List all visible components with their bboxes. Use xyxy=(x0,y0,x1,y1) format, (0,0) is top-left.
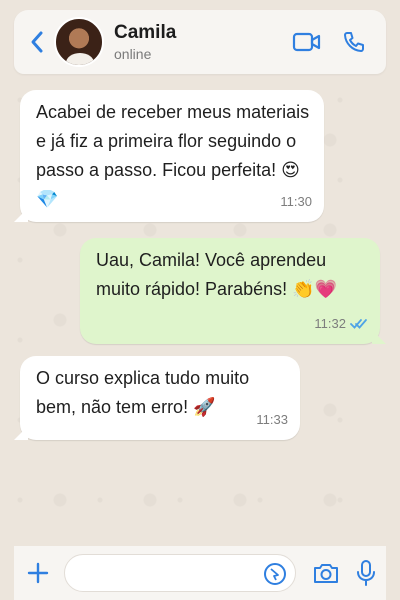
message-meta: 11:33 xyxy=(256,405,288,434)
avatar[interactable] xyxy=(54,17,104,67)
message-meta: 11:30 xyxy=(280,187,312,216)
back-button[interactable] xyxy=(22,27,52,57)
message-text: O curso explica tudo muito bem, não tem … xyxy=(36,368,250,417)
message-meta: 11:32 xyxy=(314,309,368,338)
sticker-icon xyxy=(264,563,286,585)
chat-screen: Camila online Acabei de receber meus mat… xyxy=(0,0,400,600)
sticker-button[interactable] xyxy=(263,562,287,586)
video-call-icon xyxy=(292,32,321,52)
message-bubble-incoming[interactable]: Acabei de receber meus materiais e já fi… xyxy=(14,90,324,222)
message-bubble-outgoing[interactable]: Uau, Camila! Você aprendeu muito rápido!… xyxy=(80,238,386,344)
camera-icon xyxy=(314,564,338,583)
message-composer xyxy=(14,546,386,600)
message-input[interactable] xyxy=(79,555,269,591)
message-text: Uau, Camila! Você aprendeu muito rápido!… xyxy=(96,250,337,299)
contact-info[interactable]: Camila online xyxy=(114,22,176,62)
chevron-left-icon xyxy=(31,31,43,53)
microphone-button[interactable] xyxy=(354,559,378,587)
microphone-icon xyxy=(357,560,375,586)
message-time: 11:30 xyxy=(280,194,312,209)
attach-button[interactable] xyxy=(24,559,52,587)
read-receipt-icon xyxy=(350,318,367,329)
message-time: 11:32 xyxy=(314,316,346,331)
chat-header: Camila online xyxy=(14,10,386,74)
phone-icon xyxy=(344,32,364,52)
message-input-container xyxy=(64,554,296,592)
video-call-button[interactable] xyxy=(292,31,322,53)
header-actions xyxy=(292,30,366,54)
contact-name: Camila xyxy=(114,22,177,43)
message-time: 11:33 xyxy=(256,412,288,427)
message-bubble-incoming[interactable]: O curso explica tudo muito bem, não tem … xyxy=(14,356,300,440)
plus-icon xyxy=(27,562,49,584)
voice-call-button[interactable] xyxy=(342,30,366,54)
contact-status: online xyxy=(114,46,152,62)
message-text: Acabei de receber meus materiais e já fi… xyxy=(36,102,310,209)
camera-button[interactable] xyxy=(312,559,340,587)
